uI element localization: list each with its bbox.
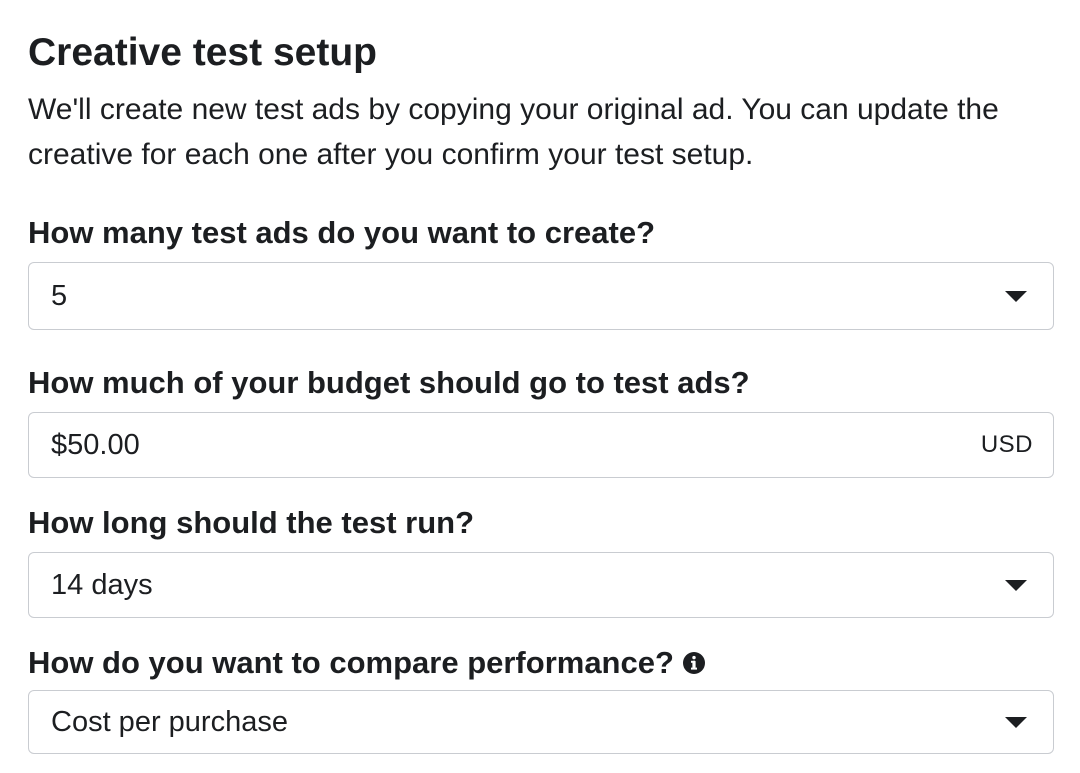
chevron-down-icon xyxy=(1005,579,1027,591)
test-ad-count-value: 5 xyxy=(51,279,68,312)
test-duration-dropdown[interactable]: 14 days xyxy=(28,552,1054,618)
test-duration-label-text: How long should the test run? xyxy=(28,505,475,540)
budget-label: How much of your budget should go to tes… xyxy=(28,363,750,403)
budget-value: $50.00 xyxy=(51,428,140,461)
comparison-metric-value: Cost per purchase xyxy=(51,705,288,738)
test-duration-label: How long should the test run? xyxy=(28,503,474,543)
test-ad-count-dropdown[interactable]: 5 xyxy=(28,262,1054,330)
test-duration-value: 14 days xyxy=(51,568,153,601)
chevron-down-icon xyxy=(1005,290,1027,302)
comparison-metric-label-text: How do you want to compare performance? xyxy=(28,645,674,680)
test-ad-count-label-text: How many test ads do you want to create? xyxy=(28,215,656,250)
comparison-metric-dropdown[interactable]: Cost per purchase xyxy=(28,690,1054,754)
currency-label: USD xyxy=(980,431,1033,458)
comparison-metric-label: How do you want to compare performance? xyxy=(28,643,706,683)
chevron-down-icon xyxy=(1005,716,1027,728)
test-ad-count-label: How many test ads do you want to create? xyxy=(28,213,655,253)
budget-label-text: How much of your budget should go to tes… xyxy=(28,365,750,400)
info-icon[interactable] xyxy=(682,651,706,675)
budget-input[interactable]: $50.00 USD xyxy=(28,412,1054,478)
page-title: Creative test setup xyxy=(28,31,377,74)
info-icon-graphic xyxy=(682,652,705,674)
setup-description: We'll create new test ads by copying you… xyxy=(28,93,999,171)
